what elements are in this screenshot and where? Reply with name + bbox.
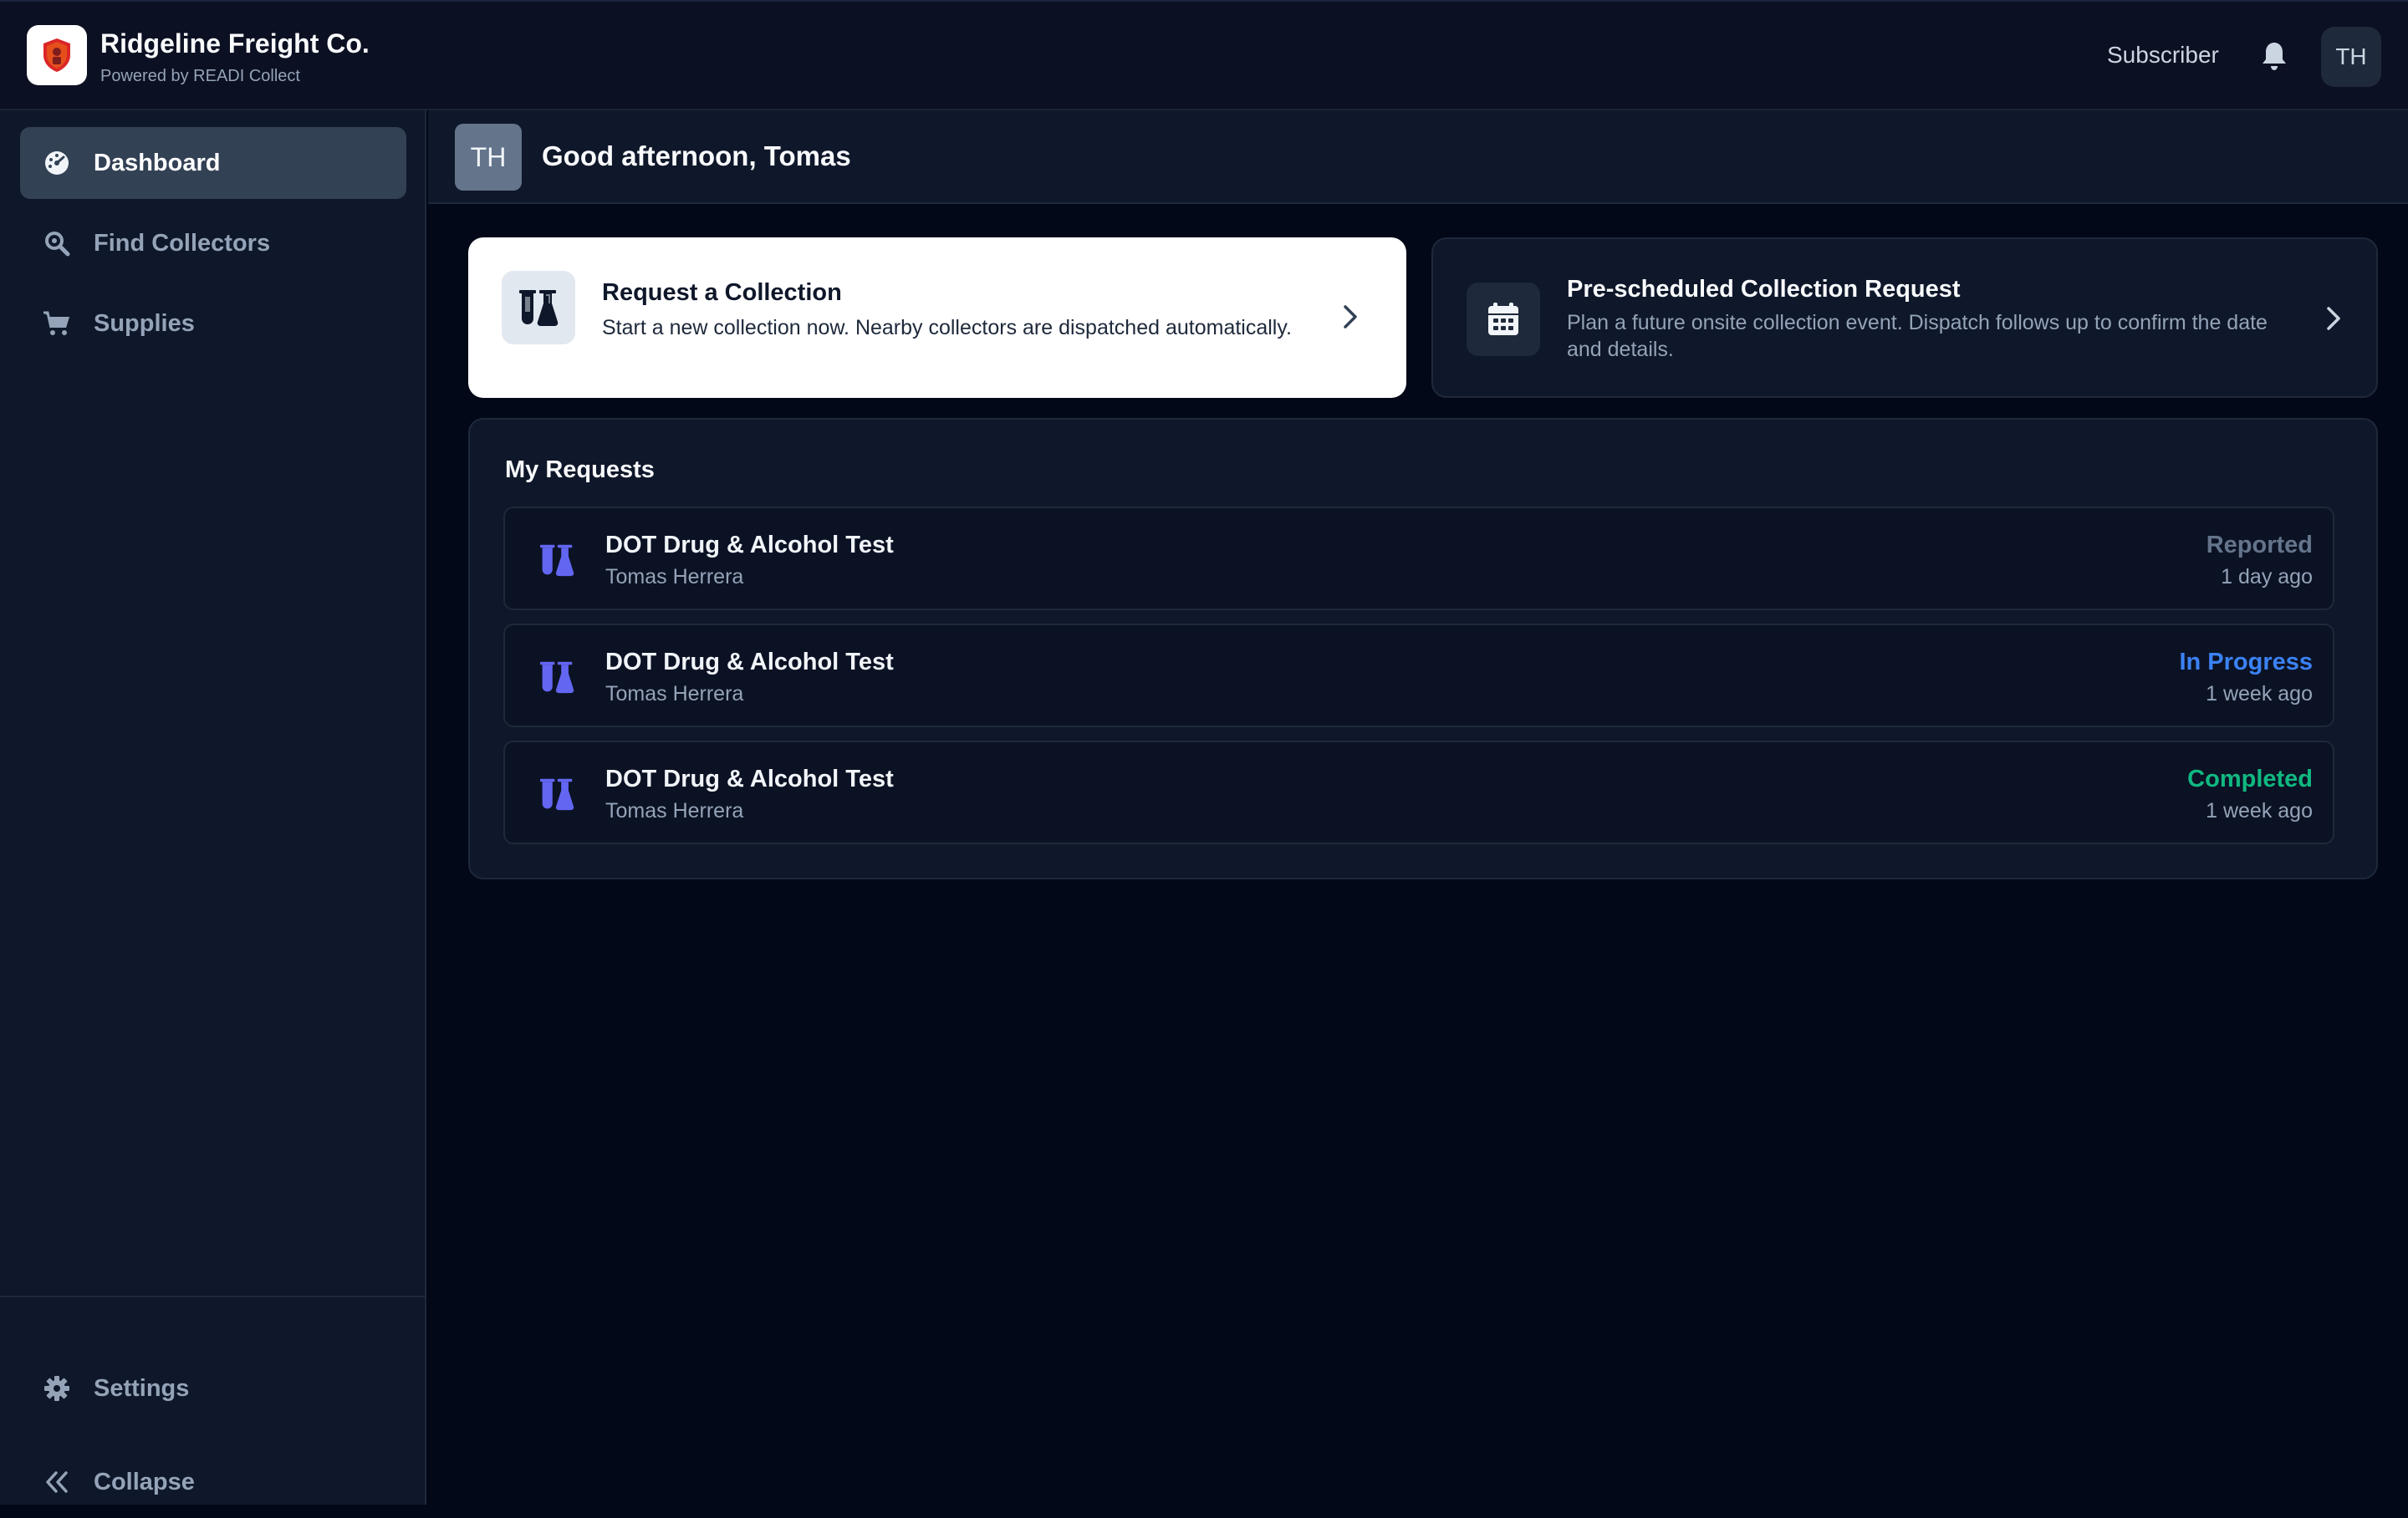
sidebar-item-settings[interactable]: Settings (20, 1352, 406, 1424)
brand-subtitle: Powered by READI Collect (100, 67, 300, 85)
flasks-icon (538, 659, 575, 695)
request-row[interactable]: DOT Drug & Alcohol Test Tomas Herrera Co… (503, 741, 2334, 844)
gear-icon (40, 1372, 74, 1405)
request-person: Tomas Herrera (605, 565, 744, 588)
request-person: Tomas Herrera (605, 799, 744, 823)
notifications-button[interactable] (2259, 40, 2289, 72)
flasks-icon (502, 271, 575, 344)
status-badge: In Progress (2179, 649, 2313, 675)
my-requests-panel: My Requests DOT Drug & Alcohol Test Toma… (468, 418, 2378, 879)
card-title: Request a Collection (602, 279, 842, 306)
bell-icon (2263, 43, 2286, 70)
request-collection-card[interactable]: Request a Collection Start a new collect… (468, 237, 1406, 398)
request-time: 1 day ago (2221, 565, 2313, 588)
card-description: Start a new collection now. Nearby colle… (602, 316, 1292, 339)
request-time: 1 week ago (2206, 799, 2313, 823)
sidebar: Dashboard Find Collectors Supplies Setti… (0, 110, 426, 1505)
greeting-text: Good afternoon, Tomas (542, 140, 851, 171)
sidebar-item-find-collectors[interactable]: Find Collectors (20, 207, 406, 279)
greeting-avatar: TH (455, 124, 522, 191)
status-badge: Reported (2206, 532, 2313, 558)
sidebar-item-supplies[interactable]: Supplies (20, 288, 406, 359)
role-label: Subscriber (2107, 42, 2219, 68)
dashboard-gauge-icon (40, 146, 74, 180)
sidebar-item-label: Find Collectors (94, 229, 271, 257)
flasks-icon (538, 776, 575, 812)
cart-icon (40, 307, 74, 340)
sidebar-item-label: Dashboard (94, 149, 221, 176)
chevron-right-icon (1338, 304, 1363, 329)
request-person: Tomas Herrera (605, 682, 744, 706)
shield-logo-icon (43, 38, 70, 72)
search-icon (40, 227, 74, 260)
brand-name: Ridgeline Freight Co. (100, 28, 370, 59)
calendar-icon (1467, 283, 1540, 356)
card-description: Plan a future onsite collection event. D… (1567, 311, 2268, 361)
section-title: My Requests (505, 456, 655, 483)
greeting-bar: TH Good afternoon, Tomas (428, 110, 2408, 204)
sidebar-divider (0, 1296, 426, 1297)
status-badge: Completed (2187, 766, 2313, 792)
chevron-right-icon (2321, 306, 2346, 331)
card-title: Pre-scheduled Collection Request (1567, 276, 1961, 303)
request-title: DOT Drug & Alcohol Test (605, 649, 894, 675)
request-time: 1 week ago (2206, 682, 2313, 706)
request-title: DOT Drug & Alcohol Test (605, 766, 894, 792)
brand-logo[interactable] (27, 25, 87, 85)
sidebar-item-label: Supplies (94, 309, 195, 337)
request-title: DOT Drug & Alcohol Test (605, 532, 894, 558)
sidebar-item-label: Settings (94, 1374, 190, 1402)
top-bar: Ridgeline Freight Co. Powered by READI C… (0, 0, 2408, 110)
double-chevron-left-icon (40, 1465, 74, 1499)
sidebar-item-dashboard[interactable]: Dashboard (20, 127, 406, 199)
request-row[interactable]: DOT Drug & Alcohol Test Tomas Herrera Re… (503, 507, 2334, 610)
sidebar-collapse-button[interactable]: Collapse (20, 1446, 406, 1518)
user-avatar-button[interactable]: TH (2321, 27, 2381, 87)
request-row[interactable]: DOT Drug & Alcohol Test Tomas Herrera In… (503, 624, 2334, 727)
flasks-icon (538, 542, 575, 578)
prescheduled-collection-card[interactable]: Pre-scheduled Collection Request Plan a … (1431, 237, 2378, 398)
main-content: TH Good afternoon, Tomas Request a Colle… (428, 110, 2408, 1505)
sidebar-item-label: Collapse (94, 1468, 195, 1495)
